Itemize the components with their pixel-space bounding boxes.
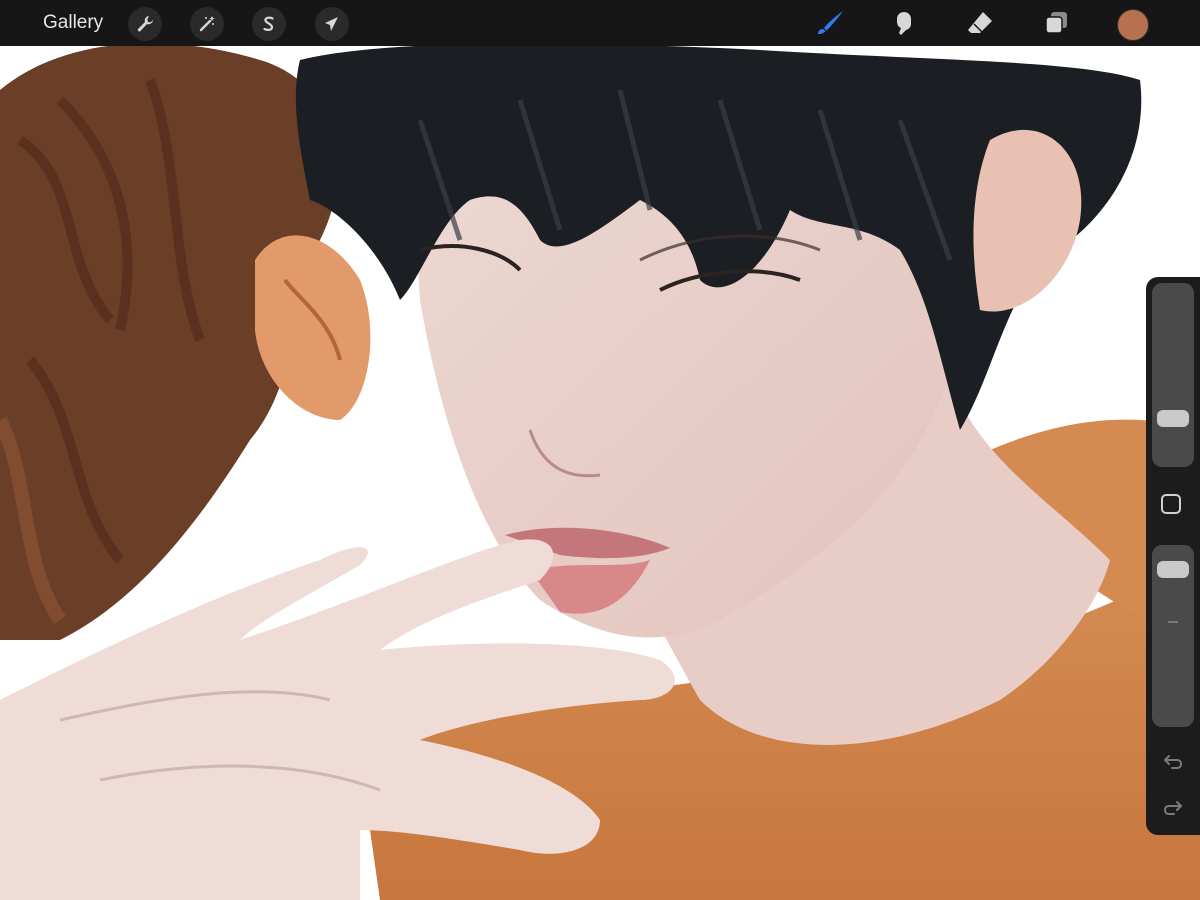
arrow-cursor-icon <box>325 17 338 31</box>
top-toolbar: Gallery <box>0 0 1200 46</box>
opacity-slider-tick <box>1168 621 1178 623</box>
smudge-tool-button[interactable] <box>886 6 922 40</box>
selection-button[interactable] <box>252 7 286 41</box>
redo-button[interactable] <box>1160 797 1186 819</box>
layers-button[interactable] <box>1038 6 1074 40</box>
eraser-icon <box>968 12 992 33</box>
selection-s-icon <box>263 16 274 31</box>
wrench-icon <box>137 16 153 32</box>
smudge-icon <box>897 12 911 35</box>
actions-button[interactable] <box>128 7 162 41</box>
brush-tool-button[interactable] <box>812 6 848 40</box>
artwork <box>0 0 1200 900</box>
undo-button[interactable] <box>1160 751 1186 773</box>
brush-sidebar <box>1146 277 1200 835</box>
adjustments-button[interactable] <box>190 7 224 41</box>
magic-wand-icon <box>199 16 215 32</box>
eraser-tool-button[interactable] <box>962 6 998 40</box>
color-picker-button[interactable] <box>1117 9 1149 41</box>
brush-size-slider[interactable] <box>1152 283 1194 467</box>
transform-button[interactable] <box>315 7 349 41</box>
brush-icon <box>818 11 843 35</box>
opacity-slider-thumb[interactable] <box>1157 560 1189 578</box>
undo-icon <box>1164 755 1183 769</box>
drawing-canvas[interactable] <box>0 0 1200 900</box>
modify-button[interactable] <box>1161 494 1181 514</box>
gallery-button[interactable]: Gallery <box>43 12 103 34</box>
brush-size-slider-thumb[interactable] <box>1157 410 1189 428</box>
redo-icon <box>1163 801 1182 815</box>
opacity-slider[interactable] <box>1152 545 1194 727</box>
layers-icon <box>1045 12 1067 34</box>
